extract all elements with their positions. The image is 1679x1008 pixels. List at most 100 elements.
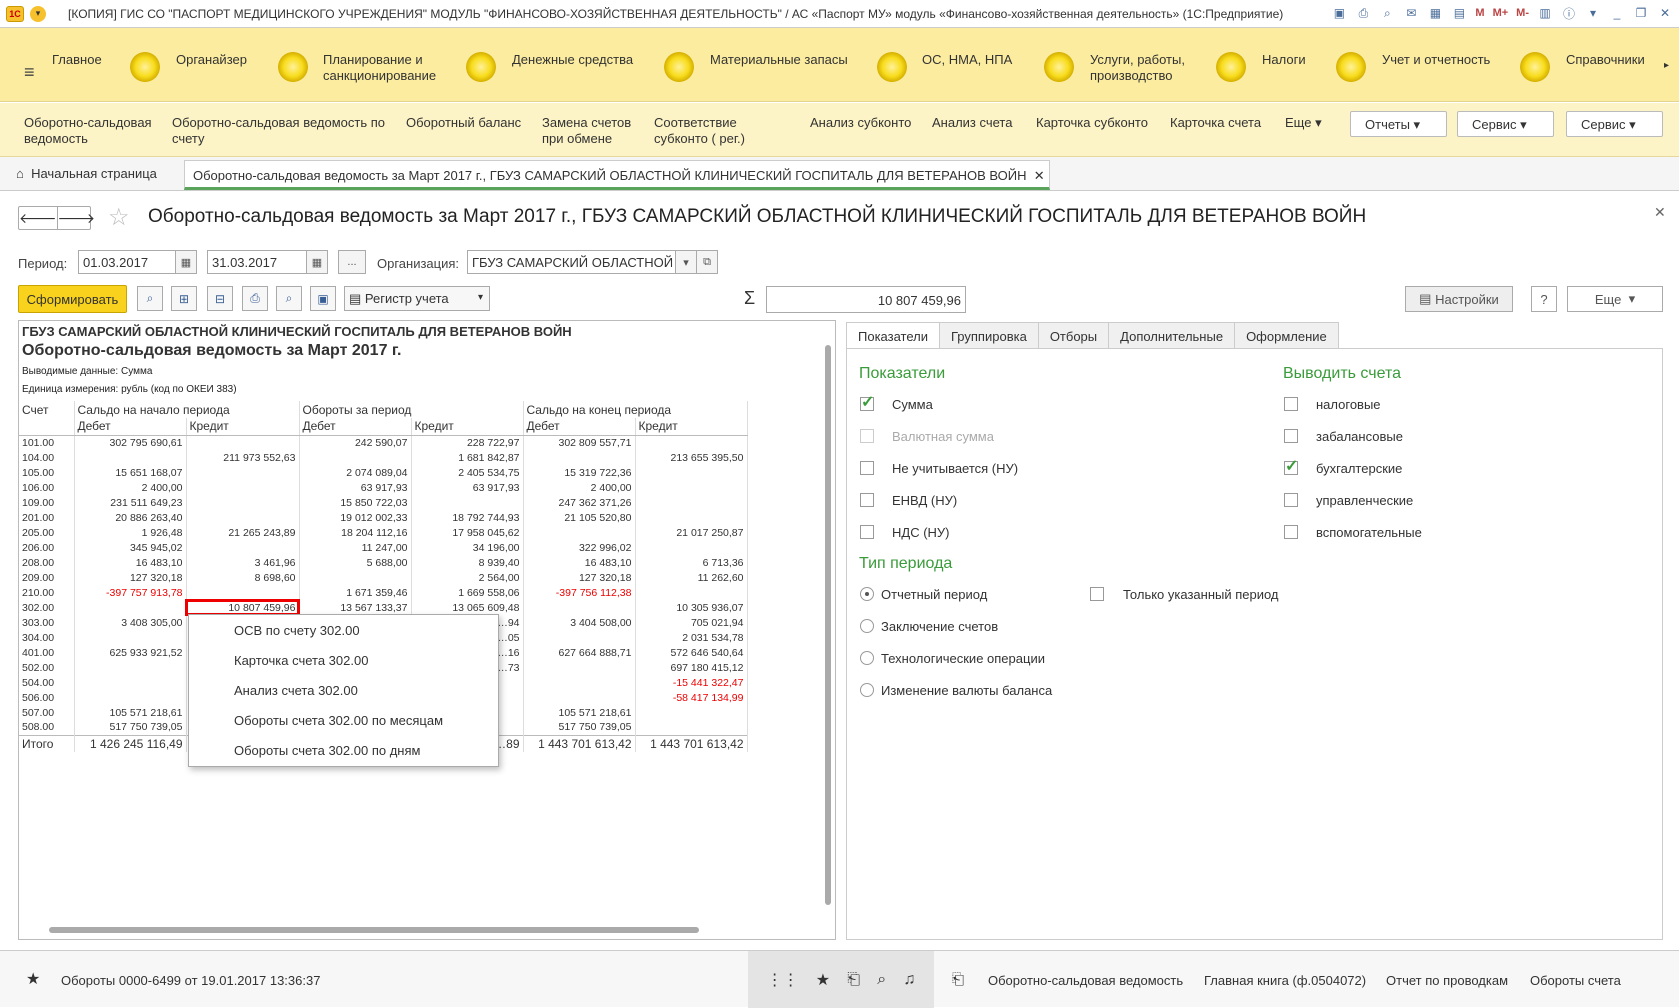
account-cell[interactable]: 506.00	[19, 690, 75, 705]
value-cell[interactable]: 13 567 133,37	[299, 600, 412, 615]
value-cell[interactable]: 1 669 558,06	[411, 585, 524, 600]
value-cell[interactable]: 247 362 371,26	[523, 495, 636, 510]
org-input[interactable]: ГБУЗ САМАРСКИЙ ОБЛАСТНОЙ	[467, 250, 677, 274]
sections-scroll-right-icon[interactable]: ▸	[1664, 58, 1669, 74]
forward-icon[interactable]: 🡒	[58, 207, 96, 229]
value-cell[interactable]	[186, 510, 300, 525]
account-cell[interactable]: 508.00	[19, 720, 75, 735]
menu-item-daily-turnover[interactable]: Обороты счета 302.00 по дням	[234, 743, 420, 758]
value-cell[interactable]: 1 681 842,87	[411, 450, 524, 465]
value-cell[interactable]: 302 795 690,61	[74, 435, 187, 450]
tab-home[interactable]: ⌂ Начальная страница	[16, 166, 157, 181]
report-hscroll[interactable]	[29, 925, 819, 935]
reports-button[interactable]: Отчеты ▾	[1350, 111, 1447, 137]
table-row[interactable]: 209.00 127 320,18 8 698,60 2 564,00 127 320,…	[19, 570, 748, 585]
register-dropdown[interactable]: ▤ Регистр учета ▾	[344, 286, 490, 311]
account-cell[interactable]: 401.00	[19, 645, 75, 660]
value-cell[interactable]	[523, 630, 636, 645]
value-cell[interactable]: 213 655 395,50	[635, 450, 748, 465]
link-postings-report[interactable]: Отчет по проводкам	[1386, 973, 1508, 988]
info-icon[interactable]: ⓘ	[1561, 5, 1577, 21]
tab-indicators[interactable]: Показатели	[846, 322, 940, 350]
value-cell[interactable]	[523, 690, 636, 705]
memory-minus-button[interactable]: M-	[1516, 5, 1529, 21]
menu-item-monthly-turnover[interactable]: Обороты счета 302.00 по месяцам	[234, 713, 443, 728]
preview-icon[interactable]: ⌕	[1379, 5, 1395, 21]
value-cell[interactable]: 345 945,02	[74, 540, 187, 555]
checkbox-tax[interactable]	[1284, 397, 1298, 411]
value-cell[interactable]	[523, 675, 636, 690]
table-row[interactable]: 104.00 211 973 552,63 1 681 842,87 213 655 …	[19, 450, 748, 465]
value-cell[interactable]	[635, 495, 748, 510]
value-cell[interactable]: 2 405 534,75	[411, 465, 524, 480]
table-row[interactable]: 101.00 302 795 690,61 242 590,07 228 722,97…	[19, 435, 748, 450]
checkbox-management[interactable]	[1284, 493, 1298, 507]
value-cell[interactable]	[635, 720, 748, 735]
generate-button[interactable]: Сформировать	[18, 285, 127, 313]
favorites-icon[interactable]: ★	[816, 970, 830, 990]
value-cell[interactable]	[74, 600, 187, 615]
close-window-icon[interactable]: ✕	[1657, 5, 1673, 21]
account-cell[interactable]: 208.00	[19, 555, 75, 570]
value-cell[interactable]	[74, 450, 187, 465]
value-cell[interactable]: 228 722,97	[411, 435, 524, 450]
value-cell[interactable]: 10 807 459,96	[185, 599, 300, 616]
table-row[interactable]: 206.00 345 945,02 11 247,00 34 196,00 322 99…	[19, 540, 748, 555]
main-menu-icon[interactable]: ▾	[30, 5, 46, 22]
value-cell[interactable]: 697 180 415,12	[635, 660, 748, 675]
value-cell[interactable]: 11 247,00	[299, 540, 412, 555]
checkbox-auxiliary[interactable]	[1284, 525, 1298, 539]
value-cell[interactable]	[635, 585, 748, 600]
account-cell[interactable]: 210.00	[19, 585, 75, 600]
menu-item-account-analysis[interactable]: Анализ счета 302.00	[234, 683, 358, 698]
total-cell[interactable]: 1 443 701 613,42	[523, 734, 636, 752]
table-row[interactable]: 302.00 10 807 459,96 13 567 133,37 13 065 6…	[19, 599, 748, 616]
value-cell[interactable]	[186, 540, 300, 555]
org-dropdown-icon[interactable]: ▾	[675, 250, 697, 274]
subnav-account-analysis[interactable]: Анализ счета	[932, 115, 1012, 131]
value-cell[interactable]: -58 417 134,99	[635, 690, 748, 705]
report-vscroll[interactable]	[823, 331, 833, 916]
table-row[interactable]: 208.00 16 483,10 3 461,96 5 688,00 8 939,40 1…	[19, 555, 748, 570]
table-row[interactable]: 109.00 231 511 649,23 15 850 722,03 247 362…	[19, 495, 748, 510]
print-report-icon[interactable]: ⎙	[242, 286, 268, 311]
value-cell[interactable]: 5 688,00	[299, 555, 412, 570]
account-cell[interactable]: 502.00	[19, 660, 75, 675]
tab-filters[interactable]: Отборы	[1037, 322, 1110, 350]
table-row[interactable]: 201.00 20 886 263,40 19 012 002,33 18 792 7…	[19, 510, 748, 525]
account-cell[interactable]: 106.00	[19, 480, 75, 495]
save-report-icon[interactable]: ▣	[310, 286, 336, 311]
value-cell[interactable]: 127 320,18	[74, 570, 187, 585]
date-from-input[interactable]: 01.03.2017	[78, 250, 182, 274]
value-cell[interactable]: 242 590,07	[299, 435, 412, 450]
subnav-account-card[interactable]: Карточка счета	[1170, 115, 1261, 131]
value-cell[interactable]: 8 939,40	[411, 555, 524, 570]
table-row[interactable]: 105.00 15 651 168,07 2 074 089,04 2 405 534…	[19, 465, 748, 480]
account-cell[interactable]: 109.00	[19, 495, 75, 510]
section-materials[interactable]: Материальные запасы	[710, 52, 848, 68]
find-icon[interactable]: ⌕	[877, 971, 886, 989]
subnav-osv[interactable]: Оборотно-сальдовая ведомость	[24, 115, 164, 147]
value-cell[interactable]: 63 917,93	[411, 480, 524, 495]
value-cell[interactable]	[74, 675, 187, 690]
checkbox-only-period[interactable]	[1090, 587, 1104, 601]
value-cell[interactable]	[635, 435, 748, 450]
favorite-star-icon[interactable]: ☆	[108, 203, 130, 232]
value-cell[interactable]: 20 886 263,40	[74, 510, 187, 525]
value-cell[interactable]: 15 651 168,07	[74, 465, 187, 480]
windows-icon[interactable]: ▥	[1537, 5, 1553, 21]
org-open-icon[interactable]: ⧉	[696, 250, 718, 274]
value-cell[interactable]	[186, 495, 300, 510]
link-general-ledger[interactable]: Главная книга (ф.0504072)	[1204, 973, 1366, 988]
search-icon[interactable]: ⌕	[137, 286, 163, 311]
value-cell[interactable]: 18 792 744,93	[411, 510, 524, 525]
section-planning[interactable]: Планирование и санкционирование	[323, 52, 453, 84]
value-cell[interactable]	[523, 450, 636, 465]
hscroll-thumb[interactable]	[49, 927, 699, 933]
value-cell[interactable]	[635, 480, 748, 495]
account-cell[interactable]: 205.00	[19, 525, 75, 540]
form-close-icon[interactable]: ✕	[1654, 204, 1666, 221]
favorites-star-icon[interactable]: ★	[26, 969, 40, 989]
value-cell[interactable]	[635, 540, 748, 555]
section-assets[interactable]: ОС, НМА, НПА	[922, 52, 1012, 68]
